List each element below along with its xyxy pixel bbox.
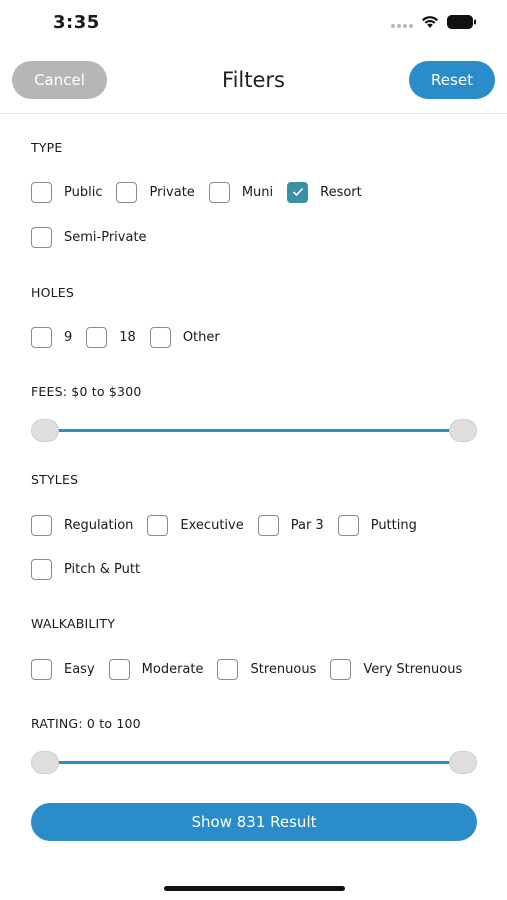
checkbox-label: Semi-Private (64, 229, 147, 245)
rating-section-label: RATING: 0 to 100 (31, 716, 141, 731)
checkbox-label: Very Strenuous (363, 661, 463, 677)
checkbox-style-putting[interactable]: Putting (337, 514, 417, 536)
checkbox-style-executive[interactable]: Executive (147, 514, 244, 536)
checkbox-box[interactable] (149, 326, 171, 348)
checkbox-box[interactable] (208, 181, 230, 203)
checkbox-label: Moderate (141, 661, 204, 677)
styles-options-row-1: Regulation Executive Par 3 Putting (31, 514, 431, 536)
checkbox-label: Other (182, 329, 220, 345)
checkbox-label: Easy (64, 661, 95, 677)
styles-section-label: STYLES (31, 472, 79, 487)
checkbox-box[interactable] (31, 558, 52, 580)
holes-section-label: HOLES (31, 285, 75, 300)
checkbox-label: Pitch & Putt (64, 561, 141, 577)
checkbox-holes-18[interactable]: 18 (86, 326, 136, 348)
checkbox-type-semi-private[interactable]: Semi-Private (31, 226, 147, 248)
checkbox-walk-strenuous[interactable]: Strenuous (217, 658, 317, 680)
status-icons (391, 15, 477, 29)
checkbox-box[interactable] (31, 658, 52, 680)
status-bar: 3:35 (0, 0, 507, 50)
nav-bar: Cancel Filters Reset (0, 56, 507, 114)
checkbox-label: Muni (241, 184, 274, 200)
checkbox-holes-other[interactable]: Other (149, 326, 220, 348)
slider-track[interactable] (45, 761, 463, 764)
checkbox-label: 18 (119, 329, 136, 345)
checkbox-box[interactable] (31, 326, 52, 348)
checkmark-icon (292, 187, 303, 197)
checkbox-style-par-3[interactable]: Par 3 (257, 514, 324, 536)
checkbox-box[interactable] (31, 226, 52, 248)
holes-options-row: 9 18 Other (31, 326, 234, 348)
checkbox-label: Resort (320, 184, 362, 200)
checkbox-label: Executive (180, 517, 244, 533)
type-options-row-1: Public Private Muni Resort (31, 181, 376, 203)
walkability-options-row: Easy Moderate Strenuous Very Strenuous (31, 658, 476, 680)
checkbox-walk-very-strenuous[interactable]: Very Strenuous (330, 658, 463, 680)
checkbox-box[interactable] (116, 181, 138, 203)
checkbox-box[interactable] (217, 658, 239, 680)
checkbox-label: Par 3 (290, 517, 324, 533)
checkbox-label: Strenuous (250, 661, 317, 677)
checkbox-box[interactable] (31, 181, 52, 203)
checkbox-label: Regulation (64, 517, 134, 533)
slider-min-handle[interactable] (31, 419, 59, 442)
checkbox-box[interactable] (108, 658, 130, 680)
styles-options-row-2: Pitch & Putt (31, 558, 154, 580)
checkbox-walk-moderate[interactable]: Moderate (108, 658, 204, 680)
checkbox-holes-9[interactable]: 9 (31, 326, 73, 348)
checkbox-walk-easy[interactable]: Easy (31, 658, 95, 680)
checkbox-type-muni[interactable]: Muni (208, 181, 274, 203)
home-indicator (164, 886, 345, 891)
slider-track[interactable] (45, 429, 463, 432)
type-section-label: TYPE (31, 140, 63, 155)
checkbox-box[interactable] (337, 514, 359, 536)
checkbox-style-pitch-and-putt[interactable]: Pitch & Putt (31, 558, 141, 580)
checkbox-label: Putting (370, 517, 417, 533)
checkbox-box[interactable] (86, 326, 108, 348)
reset-button[interactable]: Reset (409, 61, 495, 99)
checkbox-box[interactable] (330, 658, 352, 680)
checkbox-box[interactable] (147, 514, 169, 536)
checkbox-box[interactable] (31, 514, 52, 536)
fees-section-label: FEES: $0 to $300 (31, 384, 142, 399)
type-options-row-2: Semi-Private (31, 226, 161, 248)
checkbox-label: Public (64, 184, 103, 200)
fees-range-slider[interactable] (31, 419, 477, 443)
checkbox-box[interactable] (257, 514, 279, 536)
status-time: 3:35 (53, 12, 100, 33)
show-results-button[interactable]: Show 831 Result (31, 803, 477, 841)
battery-icon (447, 15, 476, 29)
checkbox-label: 9 (64, 329, 73, 345)
checkbox-style-regulation[interactable]: Regulation (31, 514, 134, 536)
rating-range-slider[interactable] (31, 751, 477, 775)
walkability-section-label: WALKABILITY (31, 616, 116, 631)
slider-max-handle[interactable] (449, 419, 477, 442)
slider-min-handle[interactable] (31, 751, 59, 774)
slider-max-handle[interactable] (449, 751, 477, 774)
checkbox-label: Private (149, 184, 195, 200)
checkbox-box[interactable] (287, 181, 309, 203)
wifi-icon (422, 16, 438, 28)
checkbox-type-private[interactable]: Private (116, 181, 195, 203)
checkbox-type-resort[interactable]: Resort (287, 181, 362, 203)
cellular-signal-icon (391, 16, 413, 28)
checkbox-type-public[interactable]: Public (31, 181, 103, 203)
